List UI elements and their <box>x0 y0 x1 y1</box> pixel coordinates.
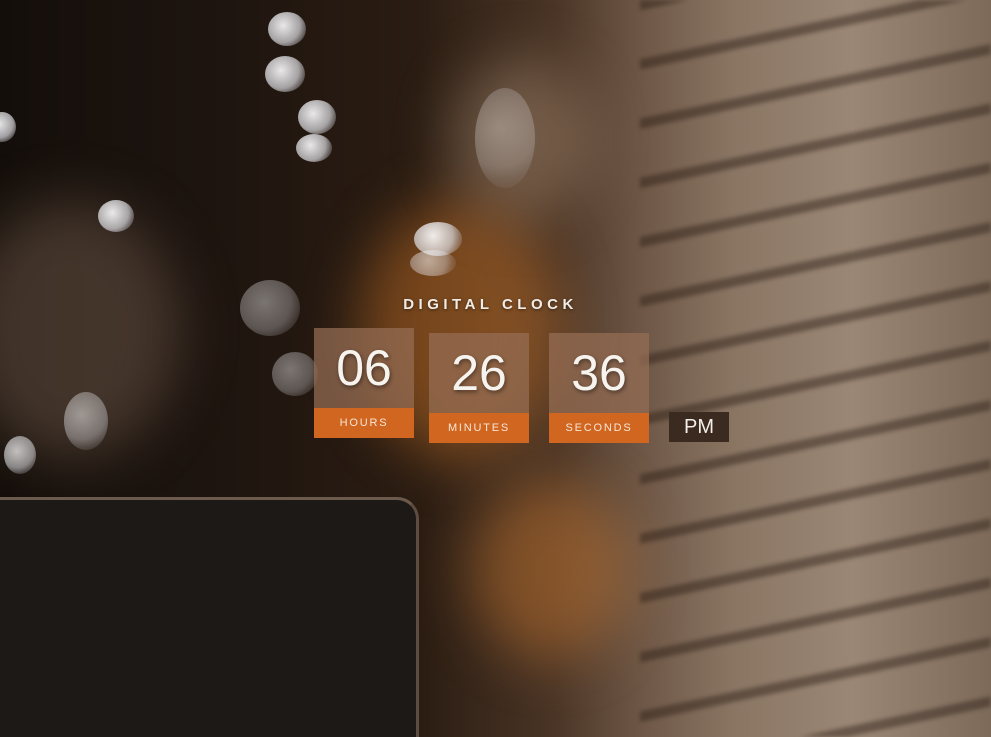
bokeh-light <box>296 134 332 162</box>
brick-wall <box>640 0 991 737</box>
hours-card: 06 HOURS <box>314 328 414 438</box>
minutes-card: 26 MINUTES <box>429 333 529 443</box>
bokeh-light <box>98 200 134 232</box>
seconds-value: 36 <box>571 345 627 401</box>
bokeh-light <box>265 56 305 92</box>
bokeh-light <box>272 352 318 396</box>
laptop-silhouette <box>0 497 419 737</box>
bokeh-light <box>475 88 535 188</box>
background-glow <box>470 480 630 660</box>
minutes-value: 26 <box>451 345 507 401</box>
clock-title: DIGITAL CLOCK <box>403 296 578 313</box>
hours-label: HOURS <box>314 408 414 438</box>
bokeh-light <box>268 12 306 46</box>
bokeh-light <box>64 392 108 450</box>
seconds-label: SECONDS <box>549 413 649 443</box>
bokeh-light <box>4 436 36 474</box>
seconds-card: 36 SECONDS <box>549 333 649 443</box>
page: DIGITAL CLOCK 06 HOURS 26 MINUTES 36 SEC… <box>0 0 991 737</box>
am-pm-indicator: PM <box>669 412 729 442</box>
bokeh-light <box>298 100 336 134</box>
bokeh-light <box>410 250 456 276</box>
hours-value: 06 <box>336 340 392 396</box>
minutes-label: MINUTES <box>429 413 529 443</box>
